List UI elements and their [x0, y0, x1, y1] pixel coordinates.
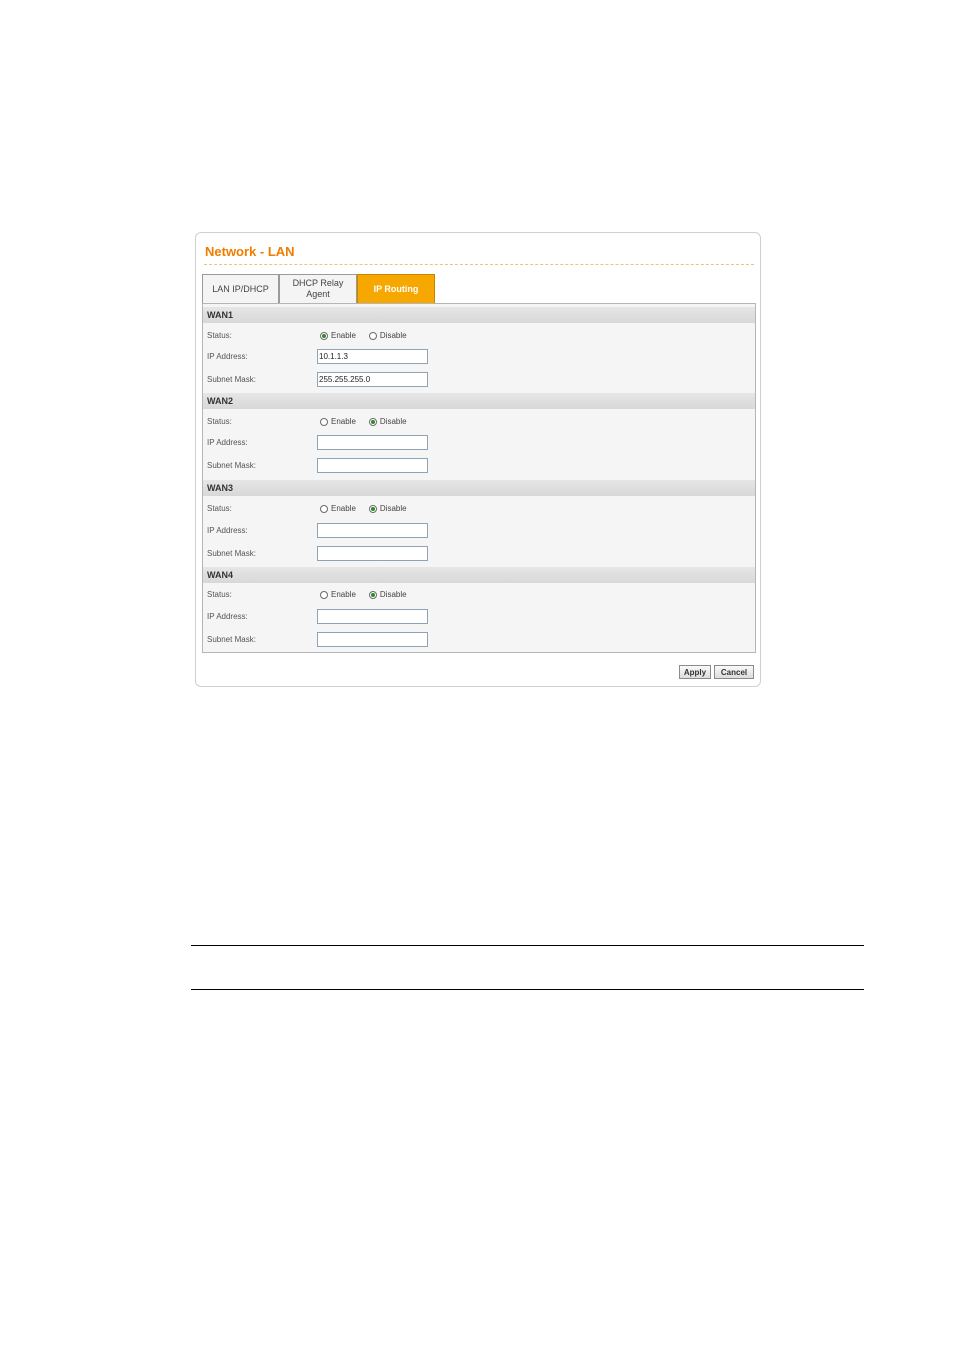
- wan1-disable-label: Disable: [379, 331, 407, 340]
- wan1-section-header: WAN1: [203, 307, 755, 323]
- wan4-enable-radio[interactable]: [320, 590, 328, 599]
- wan3-status-radio-group: Enable Disable: [320, 504, 420, 513]
- wan1-ip-address-label: IP Address:: [207, 352, 248, 361]
- wan3-subnet-mask-input[interactable]: [317, 546, 428, 561]
- wan2-status-label: Status:: [207, 417, 232, 426]
- radio-selected-dot: [370, 419, 375, 424]
- wan3-disable-label: Disable: [379, 504, 407, 513]
- wan1-disable-radio[interactable]: [368, 331, 377, 340]
- radio-selected-dot: [370, 592, 375, 597]
- wan4-disable-label: Disable: [379, 590, 407, 599]
- title-divider: [204, 264, 754, 265]
- radio-selected-dot: [370, 506, 375, 511]
- radio-selected-dot: [322, 333, 326, 338]
- wan1-ip-address-input[interactable]: 10.1.1.3: [317, 349, 428, 364]
- tab-lan-ip-dhcp[interactable]: LAN IP/DHCP: [202, 274, 279, 303]
- wan3-disable-radio[interactable]: [368, 504, 377, 513]
- wan2-disable-label: Disable: [379, 417, 407, 426]
- wan1-enable-label: Enable: [331, 331, 356, 340]
- wan3-ip-address-label: IP Address:: [207, 526, 248, 535]
- wan4-ip-address-label: IP Address:: [207, 612, 248, 621]
- document-rule-top: [191, 945, 864, 946]
- wan4-ip-address-input[interactable]: [317, 609, 428, 624]
- wan2-enable-radio[interactable]: [320, 417, 328, 426]
- wan4-status-radio-group: Enable Disable: [320, 590, 420, 599]
- wan2-ip-address-label: IP Address:: [207, 438, 248, 447]
- wan4-section-header: WAN4: [203, 567, 755, 583]
- tab-dhcp-relay-agent[interactable]: DHCP Relay Agent: [279, 274, 357, 303]
- wan3-enable-radio[interactable]: [320, 504, 328, 513]
- wan4-status-label: Status:: [207, 590, 232, 599]
- wan4-enable-label: Enable: [331, 590, 356, 599]
- wan3-status-label: Status:: [207, 504, 232, 513]
- wan3-enable-label: Enable: [331, 504, 356, 513]
- wan2-enable-label: Enable: [331, 417, 356, 426]
- wan1-subnet-mask-input[interactable]: 255.255.255.0: [317, 372, 428, 387]
- wan2-subnet-mask-label: Subnet Mask:: [207, 461, 256, 470]
- wan2-disable-radio[interactable]: [368, 417, 377, 426]
- tab-ip-routing[interactable]: IP Routing: [357, 274, 435, 303]
- apply-button[interactable]: Apply: [679, 665, 711, 679]
- wan1-enable-radio[interactable]: [320, 331, 328, 340]
- wan2-status-radio-group: Enable Disable: [320, 417, 420, 426]
- wan3-ip-address-input[interactable]: [317, 523, 428, 538]
- wan2-section-header: WAN2: [203, 393, 755, 409]
- wan3-subnet-mask-label: Subnet Mask:: [207, 549, 256, 558]
- network-lan-panel: Network - LAN LAN IP/DHCP DHCP Relay Age…: [195, 232, 761, 687]
- wan4-subnet-mask-label: Subnet Mask:: [207, 635, 256, 644]
- wan1-subnet-mask-label: Subnet Mask:: [207, 375, 256, 384]
- page-title: Network - LAN: [205, 244, 295, 259]
- document-rule-bottom: [191, 989, 864, 990]
- wan1-status-label: Status:: [207, 331, 232, 340]
- wan3-section-header: WAN3: [203, 480, 755, 496]
- wan4-disable-radio[interactable]: [368, 590, 377, 599]
- ip-routing-content: WAN1 Status: Enable Disable IP Address: …: [202, 303, 756, 653]
- wan2-subnet-mask-input[interactable]: [317, 458, 428, 473]
- wan4-subnet-mask-input[interactable]: [317, 632, 428, 647]
- wan1-status-radio-group: Enable Disable: [320, 331, 420, 340]
- cancel-button[interactable]: Cancel: [714, 665, 754, 679]
- wan2-ip-address-input[interactable]: [317, 435, 428, 450]
